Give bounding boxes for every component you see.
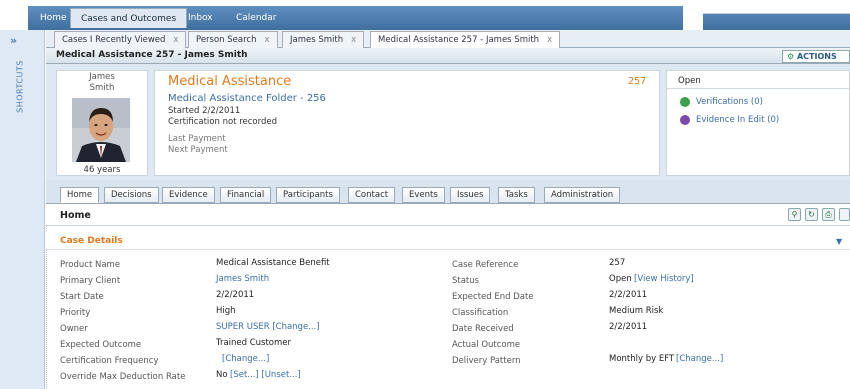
case-title: Medical Assistance bbox=[168, 74, 292, 89]
close-icon[interactable]: x bbox=[264, 35, 269, 45]
delivery-pattern-value: Monthly by EFT bbox=[609, 354, 675, 364]
start-date-label: Start Date bbox=[60, 292, 104, 302]
top-tab-inbox[interactable]: Inbox bbox=[178, 8, 223, 28]
actions-button[interactable]: ⚙ ACTIONS ▾ bbox=[782, 50, 850, 73]
page-title: Medical Assistance 257 - James Smith bbox=[56, 50, 248, 60]
expected-end-date-value: 2/2/2011 bbox=[609, 290, 648, 300]
refresh-icon[interactable]: ↻ bbox=[805, 208, 818, 221]
case-started: Started 2/2/2011 bbox=[168, 106, 241, 116]
tab-home[interactable]: Home bbox=[60, 187, 100, 203]
print-icon[interactable]: ⎙ bbox=[822, 208, 835, 221]
collapse-icon[interactable]: ▼ bbox=[836, 237, 842, 246]
verifications-icon bbox=[680, 97, 690, 107]
override-max-deduction-rate-value: No bbox=[216, 370, 228, 380]
case-details-title[interactable]: Case Details bbox=[60, 236, 123, 246]
home-header bbox=[46, 204, 850, 226]
tab-issues[interactable]: Issues bbox=[450, 187, 491, 203]
product-name-label: Product Name bbox=[60, 260, 121, 270]
divider bbox=[666, 88, 850, 89]
tab-tasks[interactable]: Tasks bbox=[498, 187, 535, 203]
case-certification: Certification not recorded bbox=[168, 117, 277, 127]
left-gutter bbox=[46, 226, 50, 389]
evidence-in-edit-icon bbox=[680, 115, 690, 125]
case-reference-label: Case Reference bbox=[452, 260, 519, 270]
tab-label: James Smith bbox=[290, 35, 344, 45]
primary-client-link[interactable]: James Smith bbox=[216, 274, 269, 284]
delivery-pattern-change-link[interactable]: [Change...] bbox=[676, 354, 723, 364]
override-max-deduction-rate-links[interactable]: [Set...] [Unset...] bbox=[230, 370, 301, 380]
tab-label: Cases I Recently Viewed bbox=[62, 35, 166, 45]
close-icon[interactable]: x bbox=[173, 35, 178, 45]
tab-decisions[interactable]: Decisions bbox=[104, 187, 159, 203]
expected-outcome-label: Expected Outcome bbox=[60, 340, 142, 350]
evidence-in-edit-link[interactable]: Evidence In Edit (0) bbox=[696, 115, 779, 125]
actual-outcome-label: Actual Outcome bbox=[452, 340, 521, 350]
expand-shortcuts-icon[interactable]: » bbox=[10, 34, 17, 47]
actions-label: ACTIONS bbox=[796, 52, 837, 61]
next-payment: Next Payment bbox=[168, 145, 228, 155]
expected-outcome-value: Trained Customer bbox=[216, 338, 292, 348]
priority-label: Priority bbox=[60, 308, 91, 318]
tab-events[interactable]: Events bbox=[402, 187, 445, 203]
close-icon[interactable]: x bbox=[547, 35, 552, 45]
classification-label: Classification bbox=[452, 308, 509, 318]
tab-administration[interactable]: Administration bbox=[544, 187, 621, 203]
delivery-pattern-label: Delivery Pattern bbox=[452, 356, 521, 366]
top-nav-gap bbox=[683, 6, 703, 30]
status-value: Open bbox=[609, 274, 632, 284]
certification-frequency-change-link[interactable]: [Change...] bbox=[222, 354, 269, 364]
classification-value: Medium Risk bbox=[609, 306, 664, 316]
top-nav-right-area bbox=[703, 0, 850, 14]
last-payment: Last Payment bbox=[168, 134, 226, 144]
person-photo bbox=[72, 98, 130, 162]
window-tab-james-smith[interactable]: James Smith x bbox=[282, 31, 365, 48]
close-icon[interactable]: x bbox=[351, 35, 356, 45]
view-history-link[interactable]: [View History] bbox=[634, 274, 694, 284]
window-tab-medical-assistance[interactable]: Medical Assistance 257 - James Smith x bbox=[370, 31, 561, 49]
home-title: Home bbox=[60, 210, 91, 221]
product-name-value: Medical Assistance Benefit bbox=[216, 258, 330, 268]
case-details-header bbox=[46, 232, 850, 250]
case-reference-value: 257 bbox=[609, 258, 626, 268]
shortcuts-label[interactable]: SHORTCUTS bbox=[16, 57, 25, 117]
tab-label: Medical Assistance 257 - James Smith bbox=[378, 35, 540, 45]
top-tab-calendar[interactable]: Calendar bbox=[226, 8, 286, 28]
tab-participants[interactable]: Participants bbox=[276, 187, 340, 203]
help-icon[interactable] bbox=[839, 208, 850, 221]
tab-evidence[interactable]: Evidence bbox=[162, 187, 215, 203]
status-label: Status bbox=[452, 276, 480, 286]
override-max-deduction-rate-label: Override Max Deduction Rate bbox=[60, 372, 186, 382]
window-tab-person-search[interactable]: Person Search x bbox=[188, 31, 278, 48]
tab-financial[interactable]: Financial bbox=[220, 187, 272, 203]
person-age: 46 years bbox=[83, 165, 121, 175]
case-folder-link[interactable]: Medical Assistance Folder - 256 bbox=[168, 93, 326, 104]
case-number: 257 bbox=[628, 76, 647, 87]
certification-frequency-label: Certification Frequency bbox=[60, 356, 159, 366]
person-first-name: James bbox=[89, 72, 115, 82]
primary-client-label: Primary Client bbox=[60, 276, 121, 286]
verifications-link[interactable]: Verifications (0) bbox=[696, 97, 763, 107]
priority-value: High bbox=[216, 306, 236, 316]
person-last-name: Smith bbox=[89, 83, 115, 93]
case-status: Open bbox=[678, 76, 701, 86]
person-name[interactable]: James Smith bbox=[56, 72, 148, 94]
date-received-label: Date Received bbox=[452, 324, 514, 334]
owner-label: Owner bbox=[60, 324, 88, 334]
top-tab-cases-and-outcomes[interactable]: Cases and Outcomes bbox=[70, 8, 188, 28]
tab-label: Person Search bbox=[196, 35, 257, 45]
owner-link[interactable]: SUPER USER [Change...] bbox=[216, 322, 320, 332]
search-icon[interactable]: ⚲ bbox=[788, 208, 801, 221]
actions-icon: ⚙ bbox=[787, 52, 795, 61]
date-received-value: 2/2/2011 bbox=[609, 322, 648, 332]
window-tab-cases-recently-viewed[interactable]: Cases I Recently Viewed x bbox=[54, 31, 187, 48]
expected-end-date-label: Expected End Date bbox=[452, 292, 534, 302]
tab-contact[interactable]: Contact bbox=[348, 187, 396, 203]
start-date-value: 2/2/2011 bbox=[216, 290, 255, 300]
